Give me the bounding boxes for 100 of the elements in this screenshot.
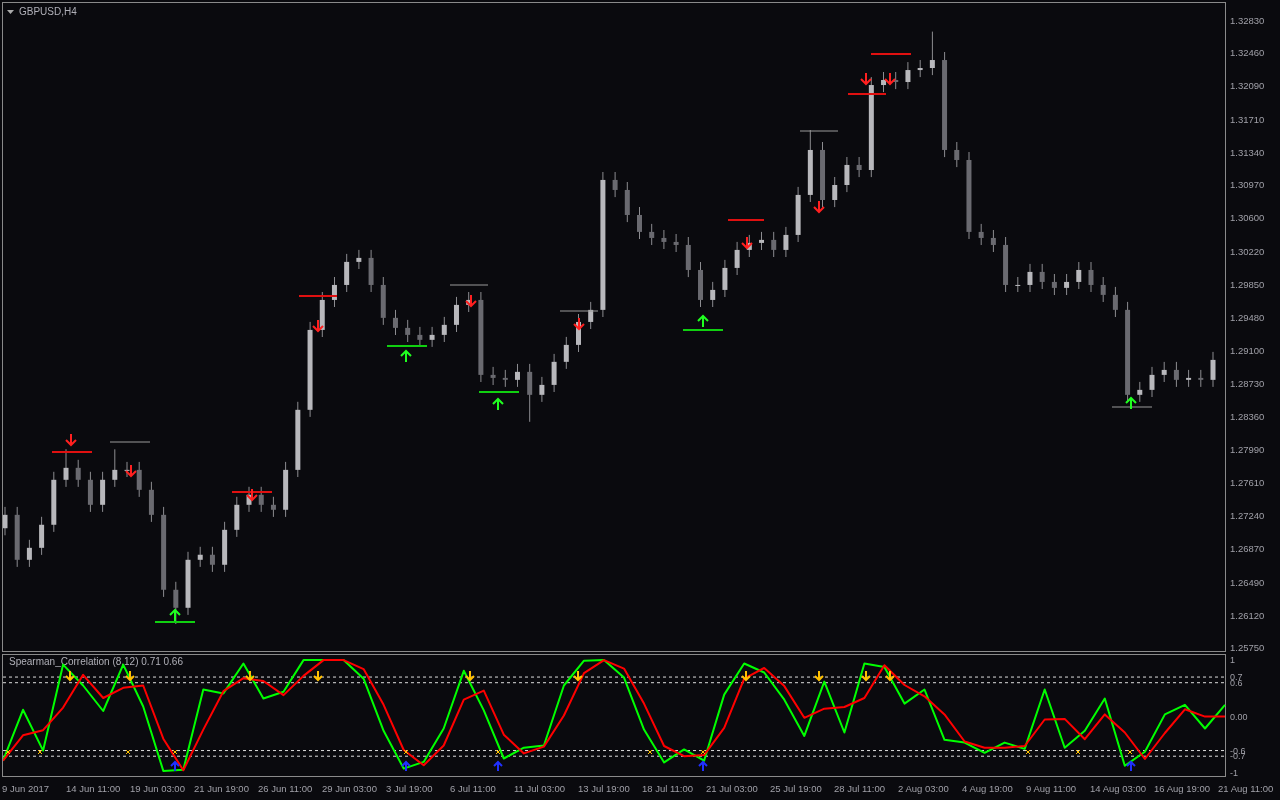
price-label: 1.31710: [1230, 113, 1265, 125]
support-line: [682, 329, 724, 331]
candlestick: [1064, 273, 1070, 296]
price-label: 1.32460: [1230, 47, 1265, 59]
candlestick: [368, 249, 374, 293]
candlestick: [893, 71, 899, 90]
level-line: [1111, 406, 1153, 408]
candlestick: [1027, 263, 1033, 293]
candlestick: [14, 506, 20, 568]
price-label: 1.30970: [1230, 179, 1265, 191]
candlestick: [344, 253, 350, 293]
candlestick: [429, 326, 435, 348]
level-line: [799, 130, 839, 132]
candlestick: [75, 459, 81, 488]
candlestick: [26, 539, 32, 568]
price-label: 1.30220: [1230, 246, 1265, 257]
price-label: 1.27990: [1230, 443, 1265, 455]
support-line: [386, 345, 428, 347]
candlestick: [978, 223, 984, 246]
time-label: 4 Aug 19:00: [962, 782, 1014, 794]
candlestick: [185, 551, 191, 616]
candlestick: [405, 319, 411, 343]
candlestick: [1149, 366, 1155, 398]
price-label: 1.25750: [1230, 642, 1265, 654]
candlestick: [527, 363, 533, 423]
candlestick: [100, 471, 106, 513]
time-label: 18 Jul 11:00: [642, 782, 695, 794]
candlestick: [454, 296, 459, 333]
time-label: 14 Aug 03:00: [1090, 782, 1147, 794]
candlestick: [1003, 236, 1009, 293]
candlestick: [319, 291, 325, 338]
candlestick: [441, 316, 447, 343]
resistance-line: [870, 53, 912, 55]
candlestick: [515, 363, 520, 388]
time-label: 28 Jul 11:00: [834, 782, 887, 794]
candlestick: [1173, 361, 1179, 388]
time-label: 2 Aug 03:00: [898, 782, 950, 794]
candlestick: [258, 486, 264, 513]
time-label: 16 Aug 19:00: [1154, 782, 1211, 794]
price-label: 1.28730: [1230, 378, 1265, 390]
candlestick: [551, 353, 557, 393]
price-label: 1.26870: [1230, 543, 1265, 555]
candlestick: [1210, 351, 1216, 388]
candlestick: [771, 231, 777, 258]
down-arrow-icon: [65, 433, 77, 447]
dropdown-triangle-icon[interactable]: [7, 9, 14, 14]
support-line: [478, 391, 520, 393]
candlestick: [87, 471, 93, 513]
price-label: 1.29850: [1230, 278, 1265, 290]
candlestick: [1088, 261, 1094, 293]
candlestick: [1186, 369, 1192, 388]
candlestick: [588, 301, 594, 330]
up-arrow-icon: [492, 397, 504, 411]
level-line: [109, 441, 151, 443]
time-label: 6 Jul 11:00: [450, 782, 497, 794]
time-label: 25 Jul 19:00: [770, 782, 823, 794]
time-label: 11 Jul 03:00: [514, 782, 567, 794]
down-arrow-icon: [312, 319, 324, 333]
candlestick: [917, 59, 923, 78]
candlestick: [270, 496, 276, 518]
down-arrow-icon: [125, 464, 137, 478]
candlestick: [612, 171, 618, 198]
candlestick: [649, 223, 655, 246]
candlestick: [624, 181, 630, 223]
candlestick: [490, 366, 496, 386]
time-label: 9 Jun 2017: [2, 782, 50, 794]
candlestick: [637, 206, 642, 240]
candlestick: [563, 336, 569, 370]
candlestick: [990, 229, 996, 253]
candlestick: [576, 313, 581, 353]
resistance-line: [298, 295, 338, 297]
candlestick: [783, 226, 789, 258]
price-label: 1.31340: [1230, 146, 1265, 158]
candlestick: [502, 369, 508, 388]
candlestick: [1112, 286, 1118, 318]
price-label: 1.32090: [1230, 80, 1265, 92]
up-arrow-icon: [400, 349, 412, 363]
candlestick: [417, 326, 423, 348]
time-label: 19 Jun 03:00: [130, 782, 186, 794]
price-label: 1.28360: [1230, 410, 1265, 422]
candlestick: [722, 259, 728, 298]
down-arrow-icon: [573, 317, 585, 331]
resistance-line: [231, 491, 273, 493]
candlestick: [673, 233, 679, 253]
candlestick: [124, 461, 130, 478]
down-arrow-icon: [246, 488, 258, 502]
candlestick: [283, 461, 289, 518]
level-line: [449, 284, 489, 286]
time-label: 3 Jul 19:00: [386, 782, 434, 794]
candlestick: [380, 276, 386, 326]
indicator-scale-label: -1: [1230, 768, 1238, 778]
candlestick: [466, 291, 472, 313]
price-label: 1.29480: [1230, 311, 1265, 323]
time-label: 14 Jun 11:00: [66, 782, 122, 794]
up-arrow-icon: [1125, 396, 1137, 410]
up-arrow-icon: [697, 314, 709, 328]
candlestick: [1076, 261, 1082, 290]
indicator-scale-label: 1: [1230, 655, 1235, 665]
candlestick: [112, 448, 118, 488]
candlestick: [173, 581, 179, 625]
